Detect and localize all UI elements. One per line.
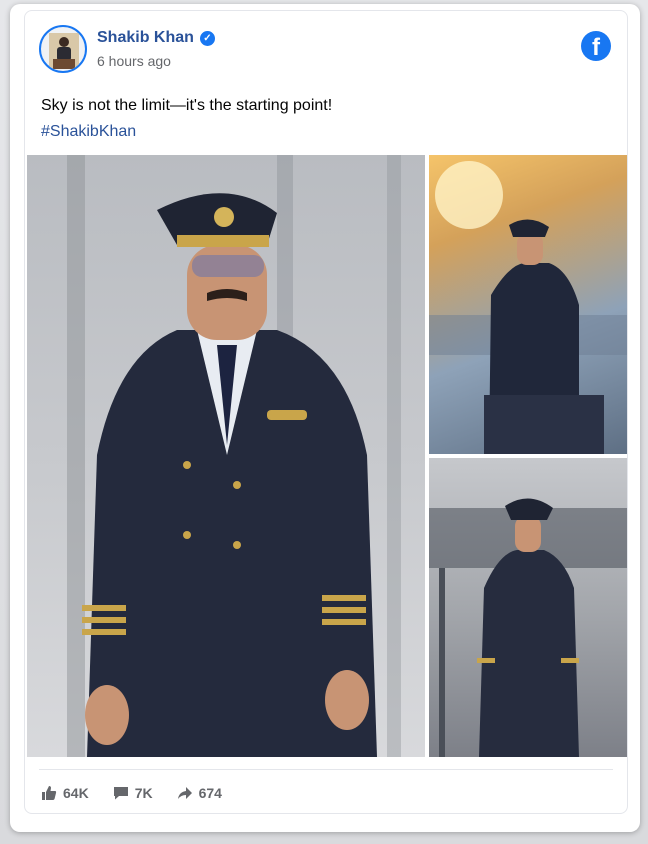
thumbs-up-icon	[42, 786, 57, 800]
share-arrow-icon	[177, 787, 192, 799]
hashtag-link[interactable]: #ShakibKhan	[41, 123, 136, 141]
reaction-bar: 64K 7K 674	[41, 785, 222, 801]
facebook-icon[interactable]: f	[581, 31, 611, 61]
pilot-seated-photo[interactable]	[429, 155, 627, 454]
post-header: Shakib Khan ✓ 6 hours ago f	[39, 25, 613, 75]
embedded-post-card: Shakib Khan ✓ 6 hours ago f Sky is not t…	[10, 4, 640, 832]
post-timestamp[interactable]: 6 hours ago	[97, 53, 171, 69]
author-name[interactable]: Shakib Khan	[97, 29, 194, 47]
post-divider	[39, 769, 613, 770]
pilot-portrait-illustration	[67, 155, 401, 757]
author-row: Shakib Khan ✓	[97, 29, 215, 47]
post-caption: Sky is not the limit—it's the starting p…	[41, 97, 333, 114]
pilot-standing-photo[interactable]	[429, 458, 627, 757]
check-badge-icon: ✓	[199, 30, 215, 46]
like-count: 64K	[63, 785, 89, 801]
like-button[interactable]: 64K	[41, 785, 89, 801]
avatar[interactable]	[39, 25, 87, 73]
comment-count: 7K	[134, 785, 153, 801]
pilot-seated-illustration	[429, 161, 627, 454]
pilot-portrait-photo[interactable]	[27, 155, 425, 757]
comment-icon	[113, 787, 128, 800]
share-count: 674	[198, 785, 222, 801]
post-frame: Shakib Khan ✓ 6 hours ago f Sky is not t…	[24, 10, 628, 814]
avatar-figure-icon	[49, 33, 79, 69]
photo-gallery	[27, 155, 627, 757]
pilot-standing-illustration	[429, 498, 627, 757]
comment-button[interactable]: 7K	[113, 785, 153, 801]
share-button[interactable]: 674	[177, 785, 222, 801]
